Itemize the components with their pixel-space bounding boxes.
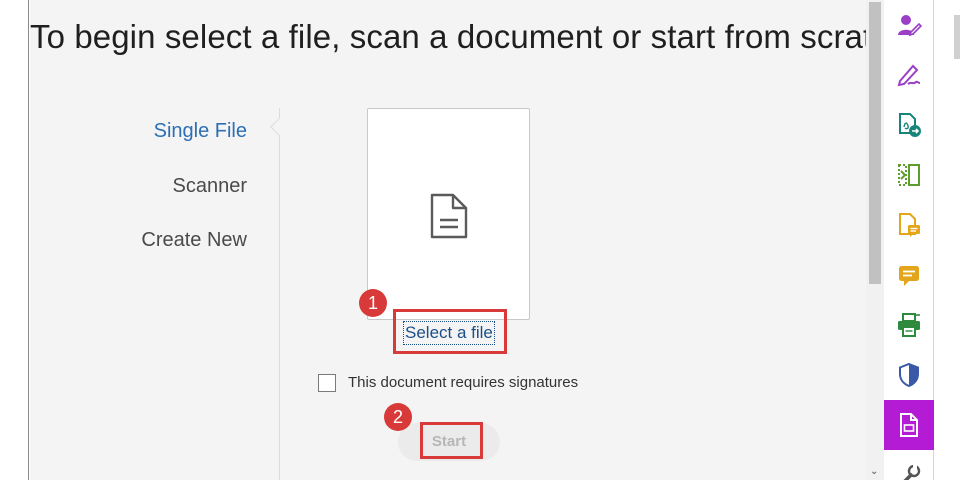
export-pdf-icon [899,113,921,137]
tool-comment-file[interactable] [884,200,934,250]
right-edge [935,0,960,480]
fill-sign-icon [897,64,921,87]
protect-icon [899,362,919,388]
tool-organize-pages[interactable] [884,150,934,200]
prepare-form-icon [900,413,918,437]
source-nav: Single File Scanner Create New [30,108,280,480]
step-badge-1: 1 [359,289,387,317]
nav-item-create-new[interactable]: Create New [141,229,247,252]
comment-icon [899,266,919,286]
page-title: To begin select a file, scan a document … [30,18,866,55]
requires-signatures-label[interactable]: This document requires signatures [348,374,578,391]
comment-file-icon [899,213,920,237]
tool-export-pdf[interactable] [884,100,934,150]
nav-item-single-file[interactable]: Single File [154,120,247,143]
tool-prepare-form[interactable] [884,400,934,450]
organize-pages-icon [898,164,920,186]
nav-divider [279,108,280,480]
callout-highlight-select-file [393,309,507,354]
tool-more-tools[interactable] [884,450,934,480]
scroll-down-arrow-icon[interactable]: ⌄ [870,466,878,477]
document-icon [430,193,468,239]
vertical-scrollbar[interactable]: ⌄ [866,0,884,480]
tool-fill-sign[interactable] [884,50,934,100]
start-workflow-panel: To begin select a file, scan a document … [30,0,866,480]
callout-highlight-start [420,422,483,459]
tool-comment[interactable] [884,250,934,300]
print-production-icon [898,313,920,337]
requires-signatures-checkbox[interactable] [318,374,336,392]
collapse-handle[interactable] [954,15,960,59]
left-gutter [0,0,29,480]
request-signatures-icon [898,15,922,37]
tool-print-production[interactable] [884,300,934,350]
tool-request-signatures[interactable] [884,0,934,50]
more-tools-icon [903,464,921,480]
tool-protect[interactable] [884,350,934,400]
nav-item-scanner[interactable]: Scanner [173,175,248,198]
tools-panel [884,0,934,480]
step-badge-2: 2 [384,403,412,431]
file-drop-area[interactable] [367,108,530,320]
scrollbar-thumb[interactable] [869,2,881,284]
